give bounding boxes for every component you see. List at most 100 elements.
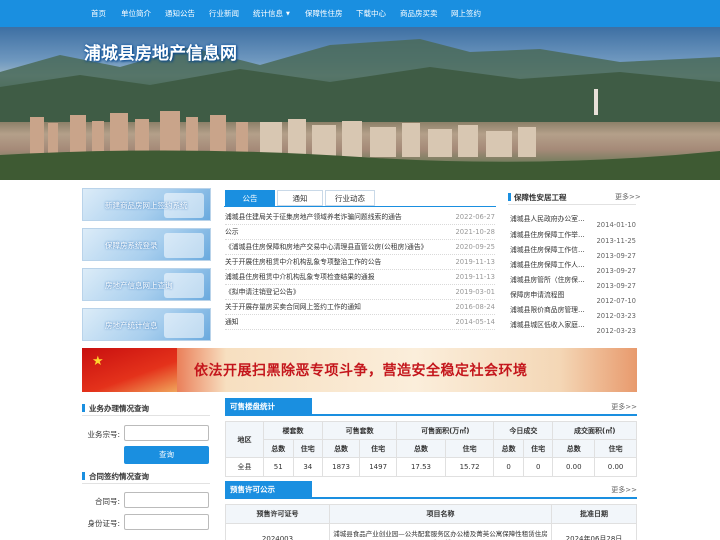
quick-link-label: 新建商品房网上签约系统 bbox=[105, 201, 188, 210]
nav-notices[interactable]: 通知公告 bbox=[165, 0, 195, 27]
chevron-down-icon: ▼ bbox=[286, 11, 290, 17]
cell-value: 51 bbox=[263, 457, 294, 477]
item-title: 浦城县限价商品房管理… bbox=[510, 306, 585, 314]
item-title: 保障房申请流程图 bbox=[510, 291, 565, 299]
business-number-input[interactable] bbox=[124, 425, 209, 441]
list-item[interactable]: 通知 2014-05-14 bbox=[225, 315, 495, 330]
item-date: 2012-03-23 bbox=[596, 327, 636, 335]
section-title: 合同签约情况查询 bbox=[89, 472, 149, 481]
nav-online-signing[interactable]: 网上签约 bbox=[451, 0, 481, 27]
nav-property-trading[interactable]: 商品房买卖 bbox=[400, 0, 438, 27]
sale-stats-header: 可售楼盘统计 更多>> bbox=[225, 398, 637, 416]
section-marker bbox=[82, 472, 85, 480]
section-marker bbox=[508, 193, 511, 201]
site-title: 浦城县房地产信息网 bbox=[84, 44, 237, 64]
item-title: 浦城县人民政府办公室… bbox=[510, 215, 585, 223]
nav-home[interactable]: 首页 bbox=[91, 0, 106, 27]
item-title: 浦城县住房保障工作信… bbox=[510, 246, 585, 254]
quick-link-affordable-login[interactable]: 保障房系统登录 bbox=[82, 228, 211, 261]
news-date: 2016-08-24 bbox=[455, 303, 495, 311]
news-date: 2014-05-14 bbox=[455, 318, 495, 326]
header-banner: 浦城县房地产信息网 bbox=[0, 27, 720, 180]
news-date: 2019-03-01 bbox=[455, 288, 495, 296]
list-item[interactable]: 公示 2021-10-28 bbox=[225, 225, 495, 240]
section-title: 预售许可公示 bbox=[225, 481, 312, 499]
list-item[interactable]: 浦城县住房保障工作信… 2013-09-27 bbox=[508, 243, 636, 260]
cell-value: 34 bbox=[292, 457, 324, 477]
news-title: 《浦城县住房保障和房地产交易中心清理县直管公房(公租房)通告》 bbox=[225, 243, 428, 251]
star-icon: ★ bbox=[92, 354, 104, 369]
quick-link-label: 保障房系统登录 bbox=[105, 241, 158, 250]
nav-downloads[interactable]: 下载中心 bbox=[356, 0, 386, 27]
cell-approval-date: 2024年06月28日 bbox=[551, 523, 637, 540]
cell-value: 0.00 bbox=[594, 457, 637, 477]
id-number-input[interactable] bbox=[124, 514, 209, 530]
query-button[interactable]: 查询 bbox=[124, 446, 209, 464]
quick-link-property-query[interactable]: 房地产信息网上查询 bbox=[82, 268, 211, 301]
list-item[interactable]: 浦城县限价商品房管理… 2012-03-23 bbox=[508, 303, 636, 320]
list-item[interactable]: 《拟申请注销登记公告》 2019-03-01 bbox=[225, 285, 495, 300]
list-item[interactable]: 浦城县住建局关于征集房地产领域养老诈骗问题线索的通告 2022-06-27 bbox=[225, 210, 495, 225]
subheader-total: 总数 bbox=[396, 439, 446, 458]
header-project-name: 项目名称 bbox=[329, 504, 552, 524]
presale-table: 预售许可证号 项目名称 批准日期 2024003 浦城县食品产业创业园—公共配套… bbox=[225, 504, 637, 540]
list-item[interactable]: 浦城县住房保障工作举… 2013-11-25 bbox=[508, 228, 636, 245]
nav-statistics-label: 统计信息 bbox=[253, 9, 283, 18]
nav-about[interactable]: 单位简介 bbox=[121, 0, 151, 27]
tab-notifications[interactable]: 通知 bbox=[277, 190, 323, 206]
news-date: 2019-11-13 bbox=[455, 258, 495, 266]
news-date: 2022-06-27 bbox=[455, 213, 495, 221]
list-item[interactable]: 《浦城县住房保障和房地产交易中心清理县直管公房(公租房)通告》 2020-09-2… bbox=[225, 240, 495, 255]
cell-value: 0 bbox=[522, 457, 554, 477]
tab-announcements[interactable]: 公告 bbox=[225, 190, 275, 206]
quick-link-property-statistics[interactable]: 房地产统计信息 bbox=[82, 308, 211, 341]
subheader-residential: 住宅 bbox=[359, 439, 398, 458]
subheader-total: 总数 bbox=[322, 439, 361, 458]
list-item[interactable]: 浦城县房管所（住房保… 2013-09-27 bbox=[508, 273, 636, 290]
section-title: 业务办理情况查询 bbox=[89, 404, 149, 413]
presale-more-link[interactable]: 更多>> bbox=[611, 485, 637, 495]
item-title: 浦城县城区低收入家庭… bbox=[510, 321, 585, 329]
section-title: 保障性安居工程 bbox=[514, 193, 567, 202]
subheader-residential: 住宅 bbox=[594, 439, 637, 458]
sale-stats-more-link[interactable]: 更多>> bbox=[611, 402, 637, 412]
news-date: 2019-11-13 bbox=[455, 273, 495, 281]
list-item[interactable]: 浦城县人民政府办公室… 2014-01-10 bbox=[508, 212, 636, 229]
header-building-units: 楼套数 bbox=[262, 421, 324, 440]
nav-affordable-housing[interactable]: 保障性住房 bbox=[305, 0, 343, 27]
news-title: 关于开展存量房买卖合同网上签约工作的通知 bbox=[225, 303, 361, 311]
list-item[interactable]: 关于开展住房租赁中介机构乱象专项整治工作的公告 2019-11-13 bbox=[225, 255, 495, 270]
cell-value: 15.72 bbox=[444, 457, 495, 477]
nav-statistics[interactable]: 统计信息 ▼ bbox=[253, 0, 290, 27]
list-item[interactable]: 浦城县住房保障工作人… 2013-09-27 bbox=[508, 258, 636, 275]
news-title: 《拟申请注销登记公告》 bbox=[225, 288, 300, 296]
housing-security-more-link[interactable]: 更多>> bbox=[615, 192, 641, 202]
header-region: 地区 bbox=[225, 421, 264, 458]
quick-link-online-signing-system[interactable]: 新建商品房网上签约系统 bbox=[82, 188, 211, 221]
header-available-units: 可售套数 bbox=[322, 421, 398, 440]
contract-query-header: 合同签约情况查询 bbox=[82, 468, 210, 484]
header-available-area: 可售面积(万㎡) bbox=[396, 421, 495, 440]
list-item[interactable]: 保障房申请流程图 2012-07-10 bbox=[508, 288, 636, 305]
news-title: 浦城县住建局关于征集房地产领域养老诈骗问题线索的通告 bbox=[225, 213, 402, 221]
cell-project-name[interactable]: 浦城县食品产业创业园—公共配套服务区办公楼及菁英公寓保障性租赁住房（1#楼 bbox=[329, 523, 552, 540]
cell-region: 全县 bbox=[225, 457, 264, 477]
subheader-residential: 住宅 bbox=[444, 439, 495, 458]
contract-number-input[interactable] bbox=[124, 492, 209, 508]
sale-stats-table: 地区 楼套数 可售套数 可售面积(万㎡) 今日成交 成交面积(㎡) 总数 住宅 … bbox=[225, 421, 637, 477]
nav-industry-news[interactable]: 行业新闻 bbox=[209, 0, 239, 27]
slogan-banner[interactable]: ★ 依法开展扫黑除恶专项斗争，营造安全稳定社会环境 bbox=[82, 348, 637, 392]
news-title: 关于开展住房租赁中介机构乱象专项整治工作的公告 bbox=[225, 258, 382, 266]
news-date: 2020-09-25 bbox=[455, 243, 495, 251]
quick-link-label: 房地产统计信息 bbox=[105, 321, 158, 330]
list-item[interactable]: 关于开展存量房买卖合同网上签约工作的通知 2016-08-24 bbox=[225, 300, 495, 315]
list-item[interactable]: 浦城县城区低收入家庭… 2012-03-23 bbox=[508, 318, 636, 335]
item-title: 浦城县住房保障工作人… bbox=[510, 261, 585, 269]
tab-industry-dynamics[interactable]: 行业动态 bbox=[325, 190, 375, 206]
tab-underline bbox=[224, 206, 496, 207]
subheader-residential: 住宅 bbox=[292, 439, 324, 458]
list-item[interactable]: 浦城县住房租赁中介机构乱象专项检查结果的通报 2019-11-13 bbox=[225, 270, 495, 285]
table-row[interactable]: 2024003 浦城县食品产业创业园—公共配套服务区办公楼及菁英公寓保障性租赁住… bbox=[225, 523, 637, 540]
chart-icon bbox=[164, 313, 204, 338]
id-number-label: 身份证号: bbox=[87, 519, 120, 528]
